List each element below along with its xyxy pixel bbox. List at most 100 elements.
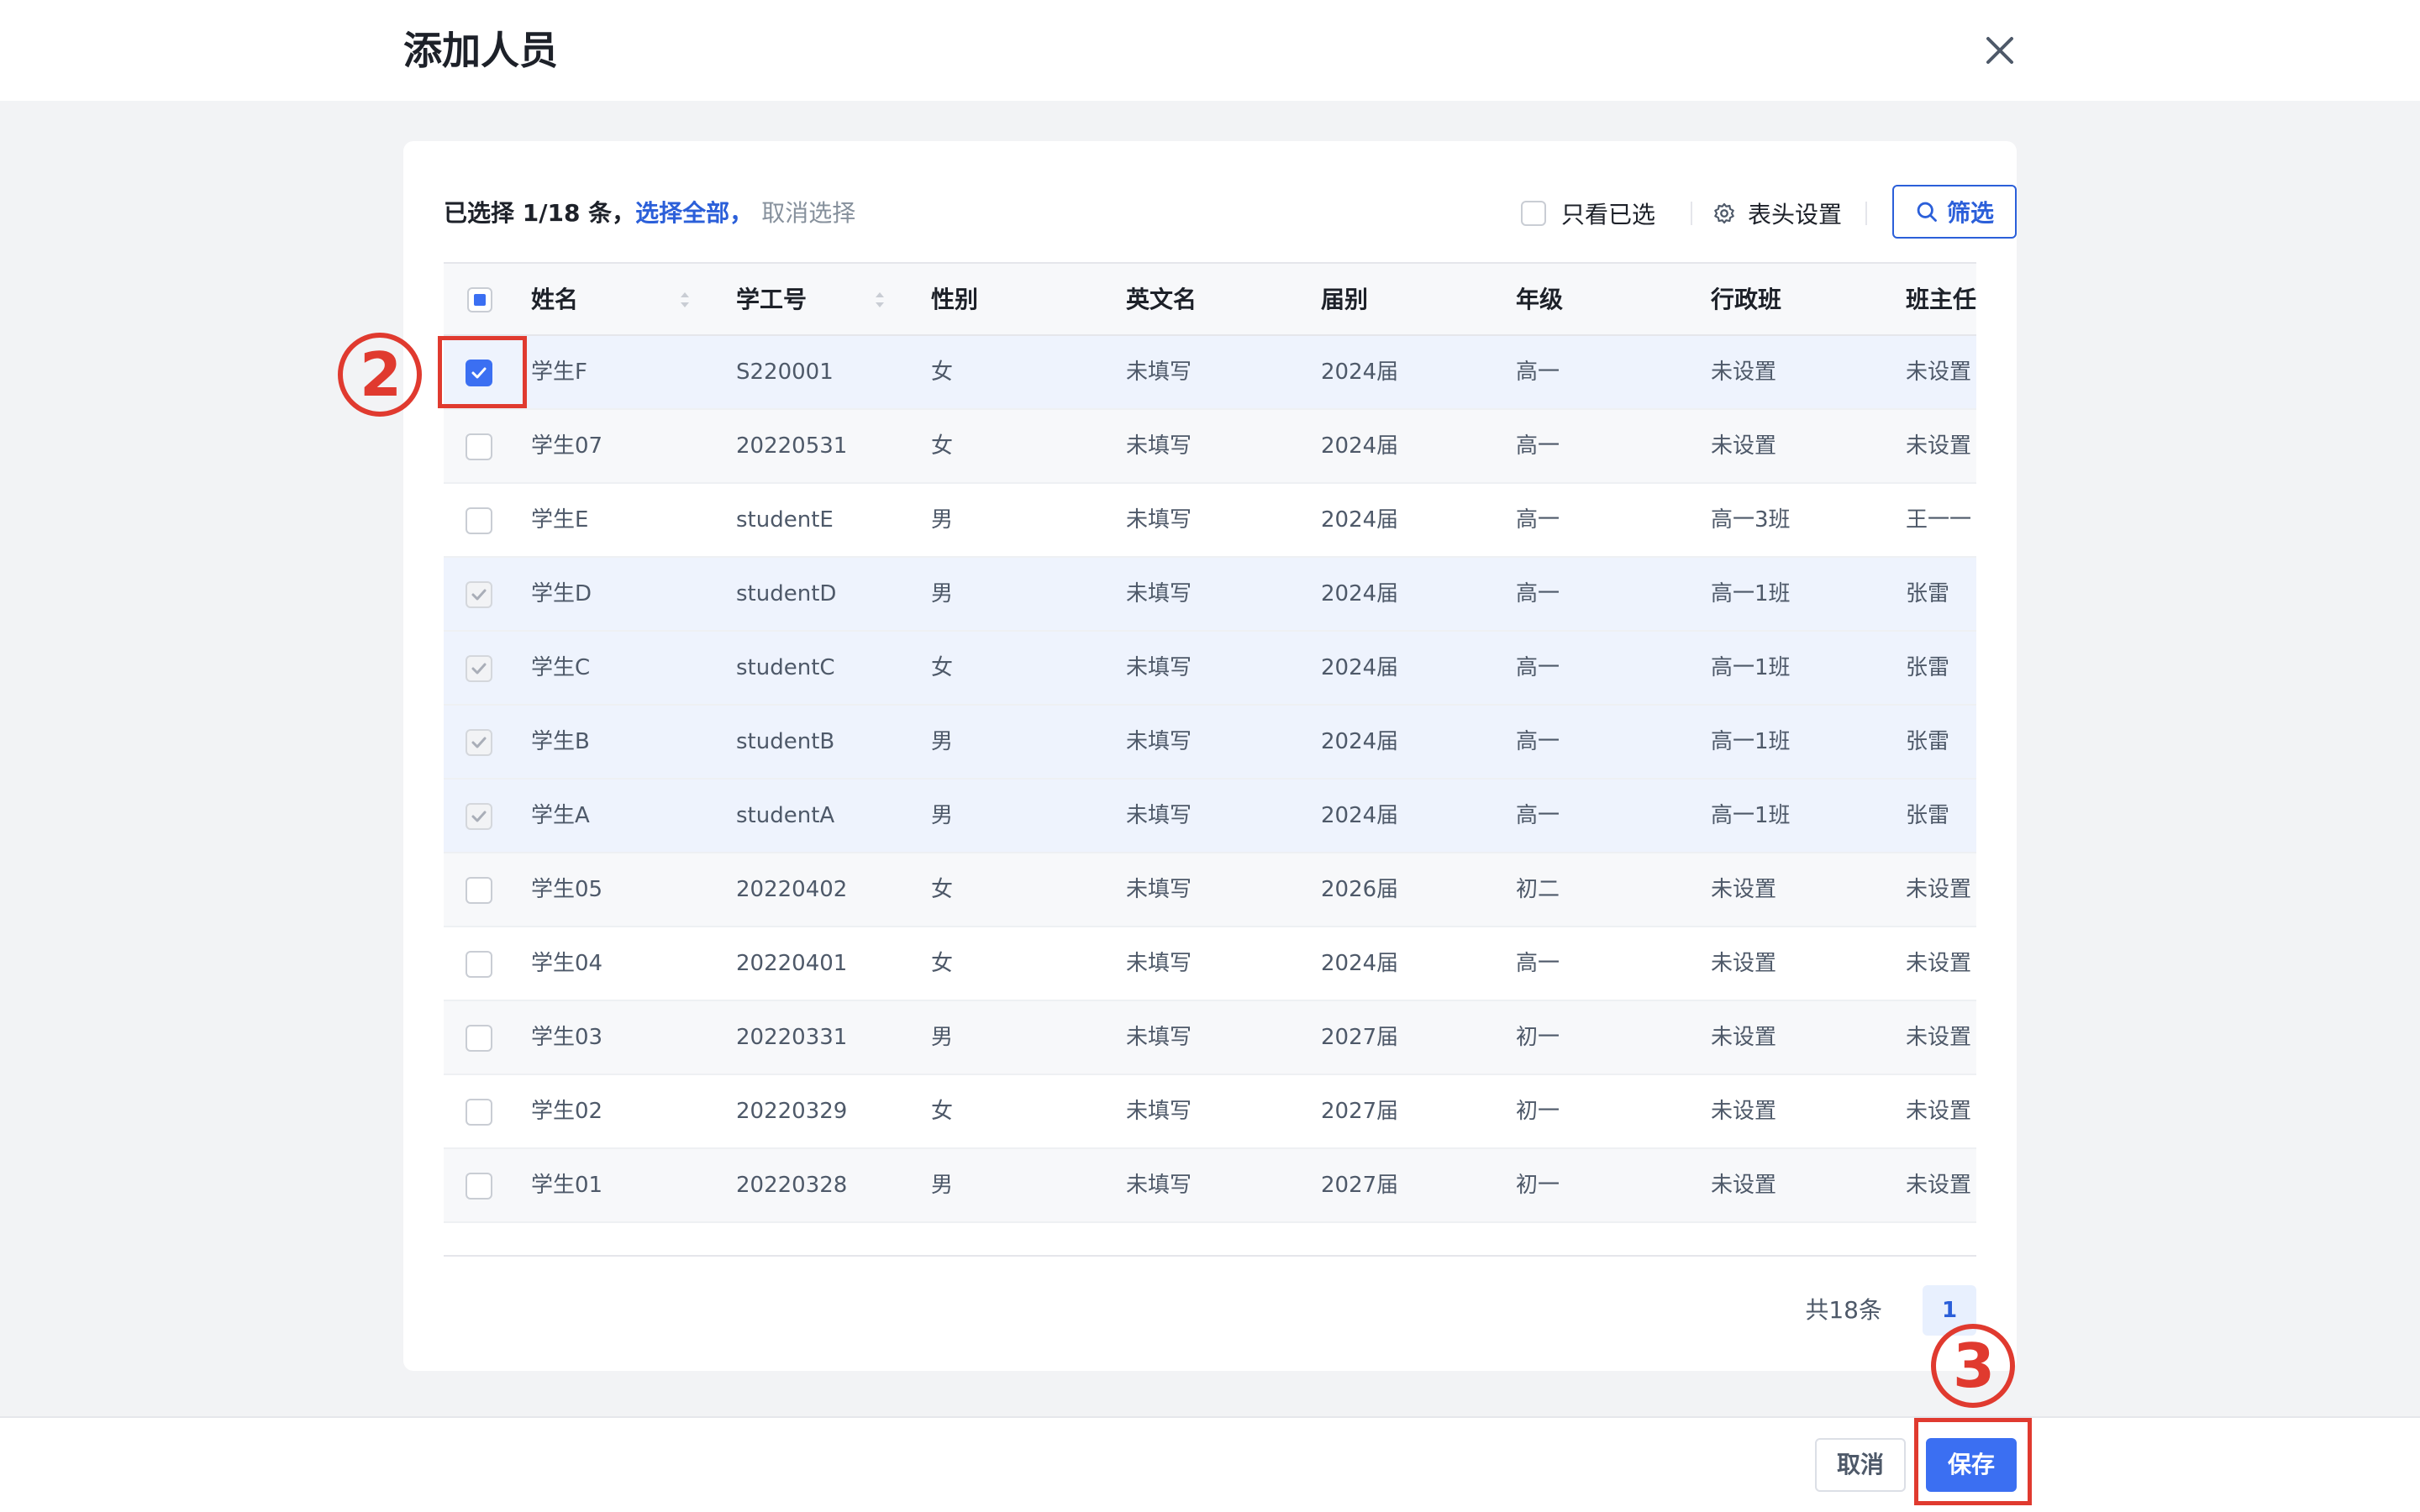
cell-grade: 高一 [1516,803,1560,828]
step-2-number: 2 [359,339,402,410]
cell-gender: 女 [931,1099,954,1124]
cell-english-name: 未填写 [1126,803,1192,828]
col-name[interactable]: 姓名 [531,264,578,336]
cell-head-teacher: 未设置 [1906,1025,1972,1050]
table-row[interactable]: 学生C studentC 女 未填写 2024届 高一 高一1班 张雷 [444,632,1976,706]
pagination: 共18条 1 [444,1284,1976,1337]
cell-admin-class: 未设置 [1711,360,1777,385]
cell-admin-class: 高一1班 [1711,581,1791,606]
only-selected-label: 只看已选 [1561,201,1656,228]
cell-cohort: 2026届 [1321,877,1399,902]
step-2-marker: 2 [334,329,427,422]
table-row[interactable]: 学生02 20220329 女 未填写 2027届 初一 未设置 未设置 [444,1075,1976,1149]
cell-id: 20220531 [736,433,848,459]
table-row[interactable]: 学生07 20220531 女 未填写 2024届 高一 未设置 未设置 [444,410,1976,484]
cell-admin-class: 高一3班 [1711,507,1791,533]
search-icon [1917,202,1937,222]
cancel-button[interactable]: 取消 [1815,1438,1906,1492]
cell-admin-class: 高一1班 [1711,655,1791,680]
col-cohort: 届别 [1321,286,1369,313]
table-header: 姓名 学工号 性别 英文名 届别 年级 行政班 班主任 [444,262,1976,336]
cell-gender: 女 [931,951,954,976]
row-checkbox [466,803,492,830]
dialog-title: 添加人员 [403,28,558,73]
check-icon [471,737,487,748]
cell-admin-class: 未设置 [1711,1173,1777,1198]
cell-cohort: 2024届 [1321,507,1399,533]
row-checkbox[interactable] [466,433,492,460]
column-settings-label: 表头设置 [1748,201,1843,228]
cell-cohort: 2024届 [1321,803,1399,828]
cell-head-teacher: 张雷 [1906,581,1950,606]
cell-english-name: 未填写 [1126,729,1192,754]
cell-gender: 男 [931,1173,954,1198]
filter-button[interactable]: 筛选 [1892,185,2017,239]
row-checkbox[interactable] [466,951,492,978]
cell-gender: 男 [931,581,954,606]
cell-head-teacher: 未设置 [1906,433,1972,459]
select-all-checkbox[interactable] [467,287,492,312]
cell-grade: 高一 [1516,581,1560,606]
col-gender: 性别 [931,286,979,313]
step-3-number: 3 [1952,1331,1996,1401]
row-checkbox[interactable] [466,507,492,534]
cell-cohort: 2024届 [1321,433,1399,459]
column-settings-button[interactable]: 表头设置 [1712,195,1842,232]
row-checkbox[interactable] [466,1173,492,1200]
cell-id: studentD [736,581,837,606]
cell-head-teacher: 王一一 [1906,507,1972,533]
cancel-selection-link[interactable]: 取消选择 [761,199,855,227]
cell-english-name: 未填写 [1126,951,1192,976]
table-row[interactable]: 学生A studentA 男 未填写 2024届 高一 高一1班 张雷 [444,780,1976,853]
cell-grade: 初一 [1516,1099,1560,1124]
cell-grade: 初一 [1516,1025,1560,1050]
cell-id: 20220328 [736,1173,848,1198]
cell-id: studentB [736,729,835,754]
table-row[interactable]: 学生B studentB 男 未填写 2024届 高一 高一1班 张雷 [444,706,1976,780]
table-toolbar: 已选择 1/18 条，选择全部， 取消选择 只看已选 表头设置 筛选 [444,185,2017,244]
step-3-marker: 3 [1928,1320,2020,1413]
cell-head-teacher: 未设置 [1906,1173,1972,1198]
cell-name: 学生02 [531,1099,603,1124]
cell-grade: 高一 [1516,433,1560,459]
cell-grade: 高一 [1516,951,1560,976]
cell-id: 20220401 [736,951,848,976]
sort-icon[interactable] [874,287,886,312]
cell-grade: 高一 [1516,507,1560,533]
row-checkbox [466,729,492,756]
table-row[interactable]: 学生F S220001 女 未填写 2024届 高一 未设置 未设置 [444,336,1976,410]
close-icon[interactable] [1975,25,2025,76]
cell-grade: 高一 [1516,655,1560,680]
select-all-link[interactable]: 选择全部， [635,199,753,227]
table-row[interactable]: 学生03 20220331 男 未填写 2027届 初一 未设置 未设置 [444,1001,1976,1075]
cell-name: 学生03 [531,1025,603,1050]
only-selected-toggle[interactable]: 只看已选 [1521,195,1655,232]
cell-admin-class: 高一1班 [1711,803,1791,828]
cell-cohort: 2027届 [1321,1099,1399,1124]
cell-english-name: 未填写 [1126,877,1192,902]
cell-cohort: 2027届 [1321,1025,1399,1050]
cell-grade: 初一 [1516,1173,1560,1198]
gear-icon [1714,202,1734,224]
col-grade: 年级 [1516,286,1564,313]
check-icon [471,663,487,675]
step-3-highlight-box [1914,1418,2032,1505]
cell-english-name: 未填写 [1126,433,1192,459]
table-row[interactable]: 学生05 20220402 女 未填写 2026届 初二 未设置 未设置 [444,853,1976,927]
table-row[interactable]: 学生01 20220328 男 未填写 2027届 初一 未设置 未设置 [444,1149,1976,1223]
table-row[interactable]: 学生E studentE 男 未填写 2024届 高一 高一3班 王一一 [444,484,1976,558]
row-checkbox[interactable] [466,1099,492,1126]
sort-icon[interactable] [679,287,691,312]
cell-cohort: 2024届 [1321,655,1399,680]
cell-id: studentC [736,655,835,680]
student-table: 姓名 学工号 性别 英文名 届别 年级 行政班 班主任 学生F S220001 女未… [444,262,1976,1257]
row-checkbox[interactable] [466,877,492,904]
cell-name: 学生E [531,507,589,533]
col-id[interactable]: 学工号 [736,264,807,336]
cell-name: 学生01 [531,1173,603,1198]
only-selected-checkbox[interactable] [1521,201,1546,226]
selected-count: 已选择 1/18 条， [444,199,636,227]
table-row[interactable]: 学生D studentD 男 未填写 2024届 高一 高一1班 张雷 [444,558,1976,632]
row-checkbox[interactable] [466,1025,492,1052]
table-row[interactable]: 学生04 20220401 女 未填写 2024届 高一 未设置 未设置 [444,927,1976,1001]
